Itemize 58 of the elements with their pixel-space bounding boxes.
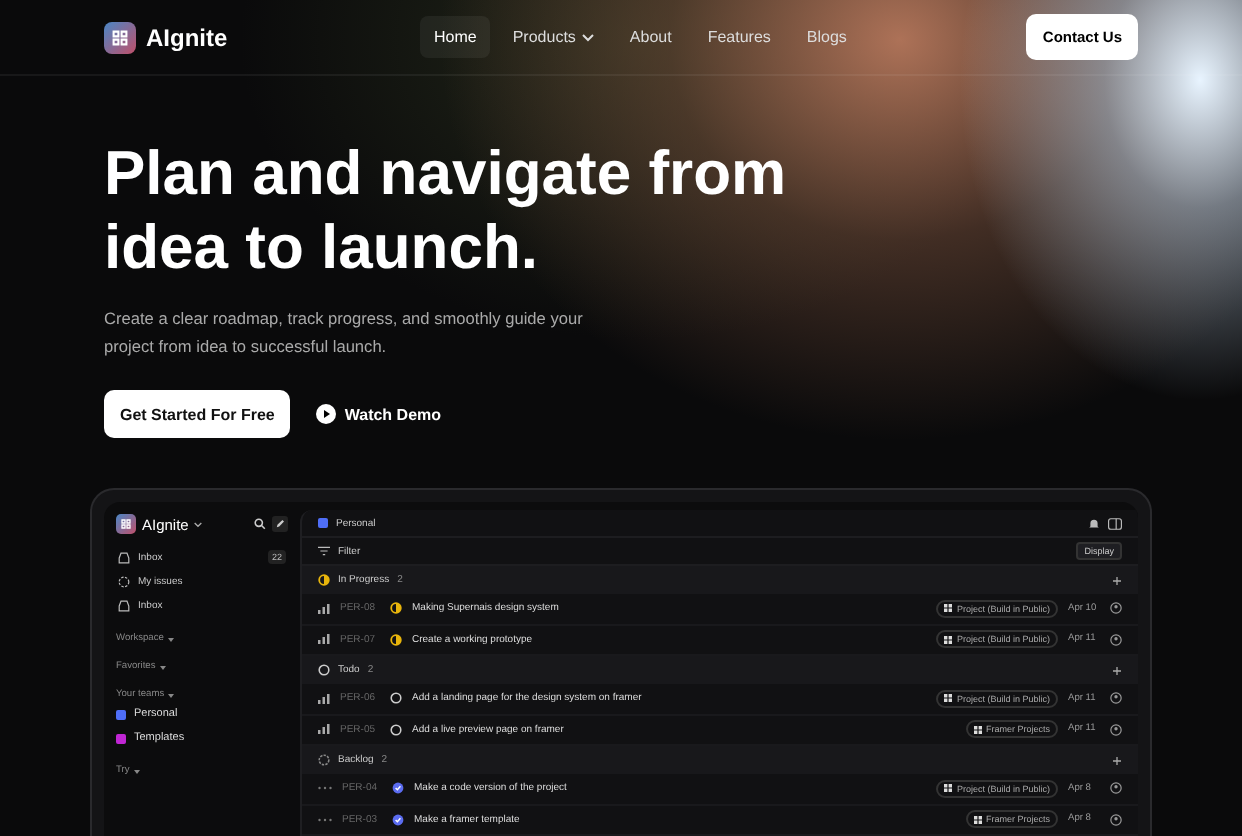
signal-bars-icon	[318, 693, 330, 704]
half-circle-icon	[390, 602, 402, 615]
grid-icon	[944, 635, 953, 644]
dashed-circle-icon	[318, 754, 330, 766]
filter-icon	[318, 546, 330, 556]
circle-icon	[318, 664, 330, 676]
brand-name: AIgnite	[146, 23, 228, 51]
chevron-down-icon	[581, 33, 594, 41]
logo-icon	[116, 514, 136, 534]
plus-icon[interactable]	[1112, 755, 1122, 765]
compose-icon[interactable]	[272, 516, 288, 532]
dashed-circle-icon	[118, 576, 130, 588]
team-icon	[318, 518, 328, 528]
watch-demo-button[interactable]: Watch Demo	[316, 404, 442, 424]
signal-bars-icon	[318, 634, 330, 645]
avatar-icon	[1110, 692, 1122, 705]
check-circle-icon	[392, 813, 404, 826]
caret-icon	[168, 693, 175, 697]
grid-icon	[973, 815, 982, 824]
nav-link[interactable]: Blogs	[792, 16, 861, 58]
avatar-icon	[1110, 602, 1122, 615]
inbox-icon	[118, 600, 130, 612]
dots-icon	[318, 786, 332, 791]
caret-icon	[159, 665, 166, 669]
avatar-icon	[1110, 633, 1122, 646]
avatar-icon	[1110, 782, 1122, 795]
chevron-down-icon	[194, 521, 203, 527]
half-circle-icon	[318, 574, 330, 586]
nav-link[interactable]: About	[615, 16, 686, 58]
grid-icon	[944, 784, 953, 793]
panel-icon[interactable]	[1108, 517, 1122, 529]
grid-icon	[944, 604, 953, 613]
nav-link[interactable]: Products	[498, 16, 608, 58]
logo-icon	[104, 21, 136, 53]
search-icon[interactable]	[254, 518, 266, 530]
plus-icon[interactable]	[1112, 665, 1122, 675]
hero-subtitle: Create a clear roadmap, track progress, and smoothly guide your project from idea to successful launch.	[104, 306, 585, 360]
signal-bars-icon	[318, 724, 330, 735]
nav-link[interactable]: Features	[693, 16, 785, 58]
caret-icon	[133, 769, 140, 773]
plus-icon[interactable]	[1112, 575, 1122, 585]
get-started-button[interactable]: Get Started For Free	[104, 390, 291, 438]
bell-icon[interactable]	[1088, 517, 1100, 529]
check-circle-icon	[392, 782, 404, 795]
dots-icon	[318, 817, 332, 822]
grid-icon	[973, 725, 982, 734]
half-circle-icon	[390, 633, 402, 646]
caret-icon	[167, 637, 174, 641]
avatar-icon	[1110, 813, 1122, 826]
play-icon	[316, 404, 337, 424]
hero-title: Plan and navigate from idea to launch.	[104, 136, 789, 284]
avatar-icon	[1110, 723, 1122, 736]
grid-icon	[944, 694, 953, 703]
nav-link[interactable]: Home	[420, 16, 491, 58]
inbox-icon	[118, 551, 130, 563]
circle-icon	[390, 692, 402, 705]
signal-bars-icon	[318, 603, 330, 614]
circle-icon	[390, 723, 402, 736]
